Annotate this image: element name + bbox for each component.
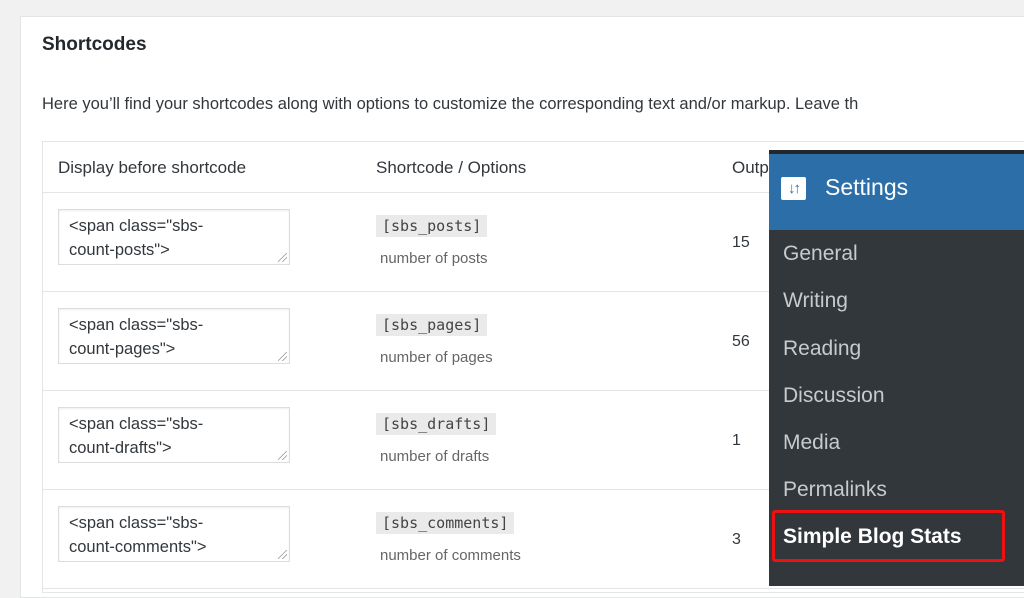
shortcode-description: number of posts: [380, 250, 488, 267]
shortcode-output: 1: [732, 432, 741, 449]
settings-sliders-icon: ↓↑: [781, 177, 806, 200]
menu-item-discussion[interactable]: Discussion: [783, 384, 885, 408]
settings-menu: ↓↑ Settings General Writing Reading Disc…: [769, 150, 1024, 586]
textarea-value: <span class="sbs- count-drafts">: [69, 415, 204, 457]
menu-item-writing[interactable]: Writing: [783, 289, 848, 313]
menu-item-permalinks[interactable]: Permalinks: [783, 478, 887, 502]
shortcode-tag: [sbs_comments]: [376, 512, 515, 534]
header-display-before: Display before shortcode: [58, 158, 247, 177]
shortcode-description: number of comments: [380, 547, 521, 564]
resize-handle-icon[interactable]: [278, 253, 287, 262]
display-before-textarea[interactable]: <span class="sbs- count-posts">: [58, 209, 290, 265]
display-before-textarea[interactable]: <span class="sbs- count-comments">: [58, 506, 290, 562]
textarea-value: <span class="sbs- count-comments">: [69, 514, 207, 556]
display-before-textarea[interactable]: <span class="sbs- count-pages">: [58, 308, 290, 364]
settings-menu-header[interactable]: ↓↑ Settings: [769, 154, 1024, 230]
textarea-value: <span class="sbs- count-posts">: [69, 217, 204, 259]
shortcode-description: number of drafts: [380, 448, 490, 465]
page-title: Shortcodes: [42, 34, 147, 55]
textarea-value: <span class="sbs- count-pages">: [69, 316, 204, 358]
shortcode-description: number of pages: [380, 349, 493, 366]
shortcode-tag: [sbs_drafts]: [376, 413, 497, 435]
shortcode-tag: [sbs_pages]: [376, 314, 488, 336]
header-shortcode-options: Shortcode / Options: [376, 158, 527, 177]
resize-handle-icon[interactable]: [278, 352, 287, 361]
highlight-box: [772, 510, 1005, 562]
shortcode-output: 3: [732, 531, 741, 548]
header-output: Outp: [732, 158, 769, 177]
page-description: Here you’ll find your shortcodes along w…: [42, 95, 859, 113]
settings-menu-title[interactable]: Settings: [825, 174, 908, 201]
shortcode-tag: [sbs_posts]: [376, 215, 488, 237]
menu-item-reading[interactable]: Reading: [783, 337, 861, 361]
resize-handle-icon[interactable]: [278, 451, 287, 460]
shortcode-output: 15: [732, 234, 750, 251]
menu-item-media[interactable]: Media: [783, 431, 840, 455]
resize-handle-icon[interactable]: [278, 550, 287, 559]
menu-item-general[interactable]: General: [783, 242, 858, 266]
display-before-textarea[interactable]: <span class="sbs- count-drafts">: [58, 407, 290, 463]
shortcode-output: 56: [732, 333, 750, 350]
